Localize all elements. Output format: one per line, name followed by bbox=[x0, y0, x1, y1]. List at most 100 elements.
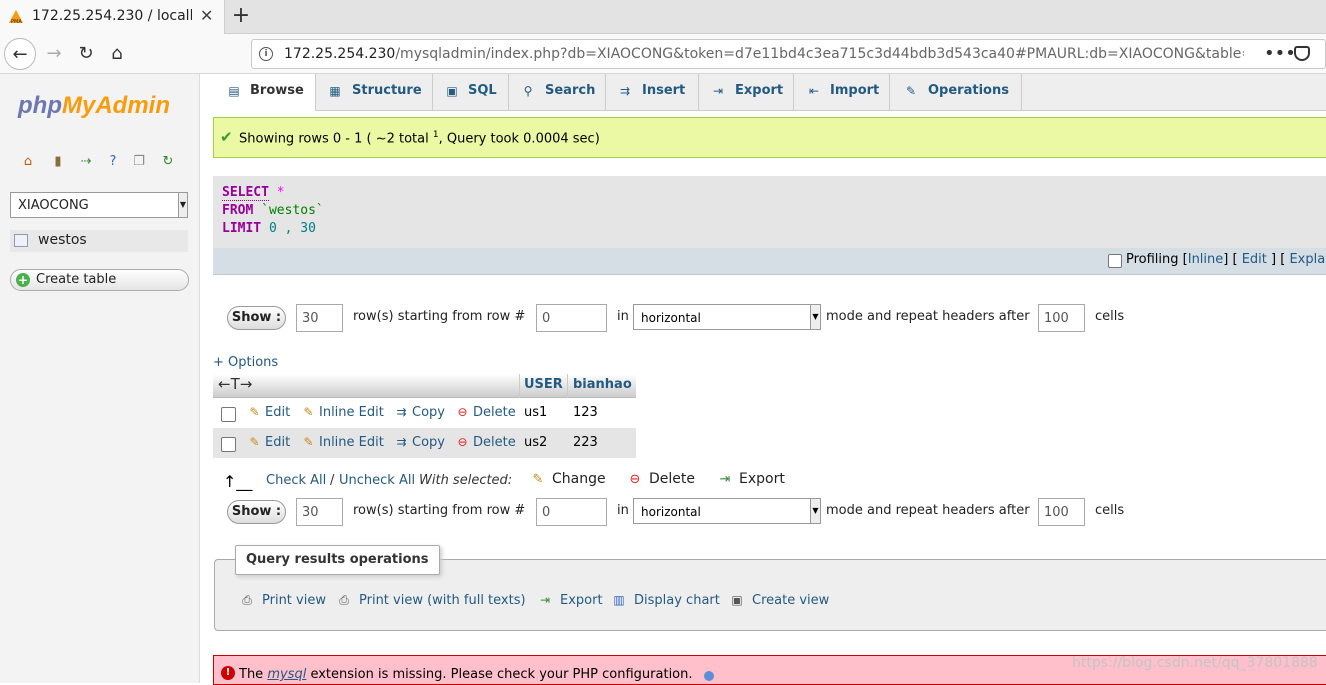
options-link[interactable]: + Options bbox=[213, 355, 278, 370]
delete-link[interactable]: ⊖ Delete bbox=[455, 435, 515, 450]
cells-text: cells bbox=[1095, 309, 1125, 324]
tab-operations[interactable]: ✎ Operations bbox=[890, 74, 1022, 111]
mysql-link[interactable]: mysql bbox=[267, 667, 306, 682]
profiling-text: Profiling [Inline] [ Edit ] [ Expla bbox=[1126, 252, 1325, 267]
sidebar-item-westos[interactable]: westos bbox=[10, 230, 188, 252]
profiling-label: Profiling [ bbox=[1126, 252, 1188, 267]
profiling-sep: ] [ bbox=[1271, 252, 1286, 267]
forward-icon[interactable]: → bbox=[38, 38, 70, 70]
chevron-down-icon: ▼ bbox=[178, 193, 187, 217]
docs-icon[interactable]: ? bbox=[105, 154, 121, 170]
copy-icon: ⇉ bbox=[396, 405, 407, 419]
pocket-icon[interactable] bbox=[1294, 46, 1310, 61]
with-selected-label: With selected: bbox=[419, 473, 513, 488]
export-button[interactable]: ⇥ Export bbox=[717, 471, 785, 487]
row-checkbox[interactable] bbox=[221, 437, 236, 452]
create-table-button[interactable]: + Create table bbox=[10, 269, 189, 291]
explain-link[interactable]: Expla bbox=[1289, 252, 1325, 267]
edit-link[interactable]: Edit bbox=[1242, 252, 1267, 267]
export-icon: ⇥ bbox=[719, 472, 731, 487]
row-checkbox[interactable] bbox=[221, 407, 236, 422]
tab-label: Import bbox=[830, 83, 880, 98]
column-header-user[interactable]: USER bbox=[524, 377, 563, 392]
export-link[interactable]: ⇥ Export bbox=[537, 593, 603, 608]
print-view-link[interactable]: ⎙ Print view bbox=[239, 593, 326, 608]
show-button[interactable]: Show : bbox=[227, 500, 286, 524]
edit-link[interactable]: ✎ Edit bbox=[247, 435, 290, 450]
mode-select-value: horizontal bbox=[641, 505, 701, 519]
mode-select-value: horizontal bbox=[641, 311, 701, 325]
change-button[interactable]: ✎ Change bbox=[530, 471, 606, 487]
table-row: ✎ Edit ✎ Inline Edit ⇉ Copy ⊖ Delete us2 223 bbox=[213, 428, 636, 458]
tab-structure[interactable]: ▦ Structure bbox=[316, 74, 433, 111]
home-icon[interactable]: ⌂ bbox=[101, 38, 133, 70]
logo-php: php bbox=[18, 92, 62, 119]
start-row-input[interactable]: 0 bbox=[536, 498, 607, 526]
back-icon[interactable]: ← bbox=[4, 38, 36, 70]
tab-insert[interactable]: ⇉ Insert bbox=[606, 74, 699, 111]
create-view-link[interactable]: ▣ Create view bbox=[729, 593, 829, 608]
check-all-link[interactable]: Check All bbox=[266, 473, 326, 488]
inline-edit-link[interactable]: ✎ Inline Edit bbox=[301, 405, 383, 420]
copy-link[interactable]: ⇉ Copy bbox=[394, 435, 445, 450]
tab-sql[interactable]: ▣ SQL bbox=[433, 74, 509, 111]
svg-text:PMA: PMA bbox=[11, 19, 22, 25]
create-view-label: Create view bbox=[752, 593, 830, 608]
copy-link[interactable]: ⇉ Copy bbox=[394, 405, 445, 420]
profiling-checkbox[interactable] bbox=[1108, 254, 1122, 268]
tab-import[interactable]: ⇤ Import bbox=[794, 74, 890, 111]
print-view-full-link[interactable]: ⎙ Print view (with full texts) bbox=[336, 593, 525, 608]
start-row-input[interactable]: 0 bbox=[536, 304, 607, 332]
logo-myadmin: MyAdmin bbox=[61, 92, 170, 119]
inline-link[interactable]: Inline bbox=[1188, 252, 1224, 267]
url-bar[interactable]: i 172.25.254.230/mysqladmin/index.php?db… bbox=[251, 39, 1326, 69]
rows-input[interactable]: 30 bbox=[296, 304, 343, 332]
column-header-bianhao[interactable]: bianhao bbox=[573, 377, 632, 392]
rows-text: row(s) starting from row # bbox=[353, 503, 526, 518]
tab-search[interactable]: ⚲ Search bbox=[509, 74, 606, 111]
chevron-down-icon: ▼ bbox=[810, 305, 820, 329]
query-window-icon[interactable]: ⇢ bbox=[78, 154, 94, 170]
show-button[interactable]: Show : bbox=[227, 306, 286, 330]
copy-icon[interactable]: ❐ bbox=[131, 154, 147, 170]
inline-edit-icon: ✎ bbox=[303, 435, 314, 449]
help-icon[interactable] bbox=[704, 671, 714, 681]
delete-label: Delete bbox=[473, 405, 516, 420]
url-path: /mysqladmin/index.php?db=XIAOCONG&token=… bbox=[395, 46, 1244, 62]
url-text[interactable]: 172.25.254.230/mysqladmin/index.php?db=X… bbox=[284, 46, 1244, 62]
query-results-operations: Query results operations ⎙ Print view ⎙ Pr… bbox=[214, 545, 1326, 631]
browse-icon: ▤ bbox=[228, 84, 240, 98]
reload-nav-icon[interactable]: ↻ bbox=[160, 154, 176, 170]
delete-label: Delete bbox=[649, 471, 695, 487]
close-tab-icon[interactable]: ✕ bbox=[200, 6, 213, 25]
edit-link[interactable]: ✎ Edit bbox=[247, 405, 290, 420]
browser-tab-title: 172.25.254.230 / localhost bbox=[32, 8, 192, 24]
new-tab-button[interactable]: + bbox=[230, 3, 252, 28]
chevron-down-icon: ▼ bbox=[810, 499, 820, 523]
inline-edit-link[interactable]: ✎ Inline Edit bbox=[301, 435, 383, 450]
mode-select[interactable]: horizontal ▼ bbox=[633, 498, 821, 524]
tab-browse[interactable]: ▤ Browse bbox=[213, 74, 316, 111]
delete-icon: ⊖ bbox=[457, 405, 468, 419]
rows-input[interactable]: 30 bbox=[296, 498, 343, 526]
reload-icon[interactable]: ↻ bbox=[70, 38, 102, 70]
display-chart-link[interactable]: ▥ Display chart bbox=[611, 593, 720, 608]
mode-select[interactable]: horizontal ▼ bbox=[633, 304, 821, 330]
uncheck-all-link[interactable]: Uncheck All bbox=[339, 473, 415, 488]
delete-button[interactable]: ⊖ Delete bbox=[627, 471, 695, 487]
page-actions-icon[interactable]: ••• bbox=[1264, 43, 1296, 64]
home-icon[interactable]: ⌂ bbox=[20, 154, 36, 170]
browser-tab[interactable]: PMA 172.25.254.230 / localhost ✕ bbox=[0, 0, 225, 34]
delete-link[interactable]: ⊖ Delete bbox=[455, 405, 516, 420]
logout-icon[interactable]: ▮ bbox=[50, 154, 66, 170]
site-info-icon[interactable]: i bbox=[259, 47, 273, 61]
database-select[interactable]: XIAOCONG ▼ bbox=[10, 192, 188, 218]
tab-export[interactable]: ⇥ Export bbox=[699, 74, 794, 111]
repeat-headers-input[interactable]: 100 bbox=[1038, 498, 1085, 526]
repeat-headers-input[interactable]: 100 bbox=[1038, 304, 1085, 332]
error-text: The mysql extension is missing. Please c… bbox=[239, 667, 693, 682]
pma-favicon-icon: PMA bbox=[9, 10, 23, 25]
phpmyadmin-logo[interactable]: phpMyAdmin bbox=[18, 92, 170, 120]
column-arrows-icon[interactable]: ←T→ bbox=[218, 375, 252, 393]
delete-icon: ⊖ bbox=[629, 472, 641, 487]
